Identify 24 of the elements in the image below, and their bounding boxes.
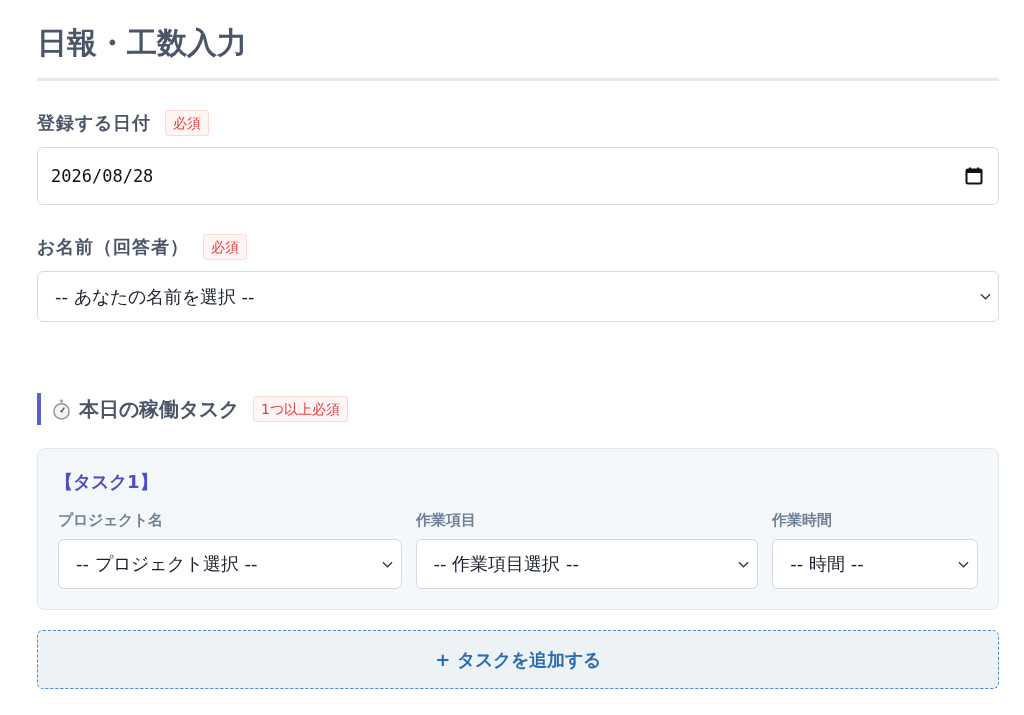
chevron-down-icon xyxy=(381,560,393,568)
required-badge: 必須 xyxy=(203,233,247,260)
page-title: 日報・工数入力 xyxy=(37,24,247,62)
field-label: お名前（回答者） xyxy=(37,234,189,259)
field-label: 登録する日付 xyxy=(37,110,151,135)
chevron-down-icon xyxy=(980,293,991,300)
chevron-down-icon xyxy=(738,560,750,568)
required-badge: 1つ以上必須 xyxy=(253,396,348,422)
section-heading: 本日の稼働タスク xyxy=(79,395,239,423)
stopwatch-icon xyxy=(52,398,71,420)
required-badge: 必須 xyxy=(165,109,209,136)
name-select[interactable]: -- あなたの名前を選択 -- xyxy=(37,271,999,322)
add-task-button[interactable]: + タスクを追加する xyxy=(37,630,999,689)
calendar-icon[interactable] xyxy=(965,167,983,185)
chevron-down-icon xyxy=(958,560,969,568)
field-label: 作業時間 xyxy=(772,510,833,530)
field-label: プロジェクト名 xyxy=(58,510,163,530)
accent-bar xyxy=(37,393,41,425)
field-label: 作業項目 xyxy=(415,510,476,530)
select-field[interactable]: -- 作業項目選択 -- xyxy=(415,539,759,589)
select-field[interactable]: -- プロジェクト選択 -- xyxy=(58,539,402,589)
select-field[interactable]: -- 時間 -- xyxy=(772,539,978,589)
task-title: 【タスク1】 xyxy=(55,470,158,494)
date-field[interactable]: 2026/08/28 xyxy=(37,147,999,205)
